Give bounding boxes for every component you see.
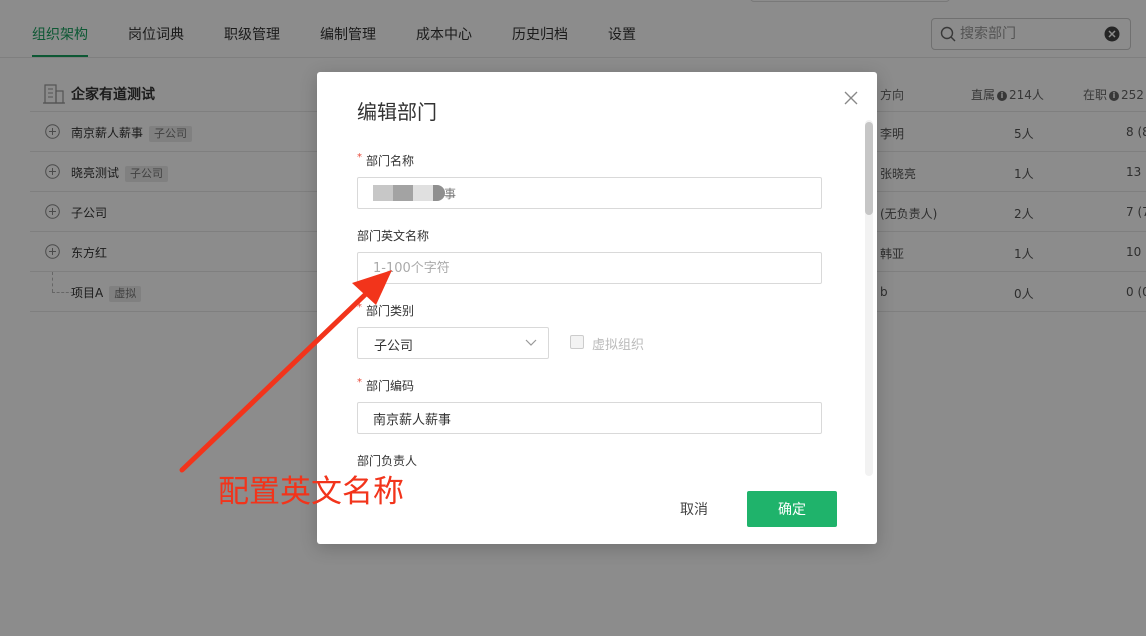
dept-name-label-text: 部门名称 <box>366 154 415 168</box>
dept-name-partial: 事 <box>444 187 457 201</box>
chevron-down-icon <box>525 339 537 346</box>
virtual-org-label: 虚拟组织 <box>592 338 645 353</box>
dept-code-label-text: 部门编码 <box>366 379 415 393</box>
redacted-block <box>393 185 413 201</box>
dept-code-input[interactable] <box>357 402 822 434</box>
dept-code-label: * 部门编码 <box>357 377 414 394</box>
virtual-org-checkbox[interactable] <box>570 335 584 349</box>
dept-type-select[interactable]: 子公司 <box>357 327 549 359</box>
required-mark: * <box>357 377 362 388</box>
required-mark: * <box>357 152 362 163</box>
dept-en-name-label: 部门英文名称 <box>357 229 430 243</box>
redacted-block <box>413 185 433 201</box>
confirm-button[interactable]: 确定 <box>747 491 837 527</box>
dept-name-field[interactable]: 事 <box>357 177 822 209</box>
dept-type-value: 子公司 <box>374 339 414 354</box>
dept-en-name-input[interactable] <box>357 252 822 284</box>
required-mark: * <box>357 302 362 313</box>
dept-name-label: * 部门名称 <box>357 152 414 169</box>
annotation-text: 配置英文名称 <box>218 474 404 510</box>
modal-scrollbar-thumb[interactable] <box>865 122 873 215</box>
dept-type-label: * 部门类别 <box>357 302 414 319</box>
modal-title: 编辑部门 <box>357 100 437 124</box>
close-icon[interactable] <box>843 90 859 106</box>
dept-type-label-text: 部门类别 <box>366 304 415 318</box>
redacted-block <box>373 185 393 201</box>
cancel-button[interactable]: 取消 <box>657 491 731 527</box>
